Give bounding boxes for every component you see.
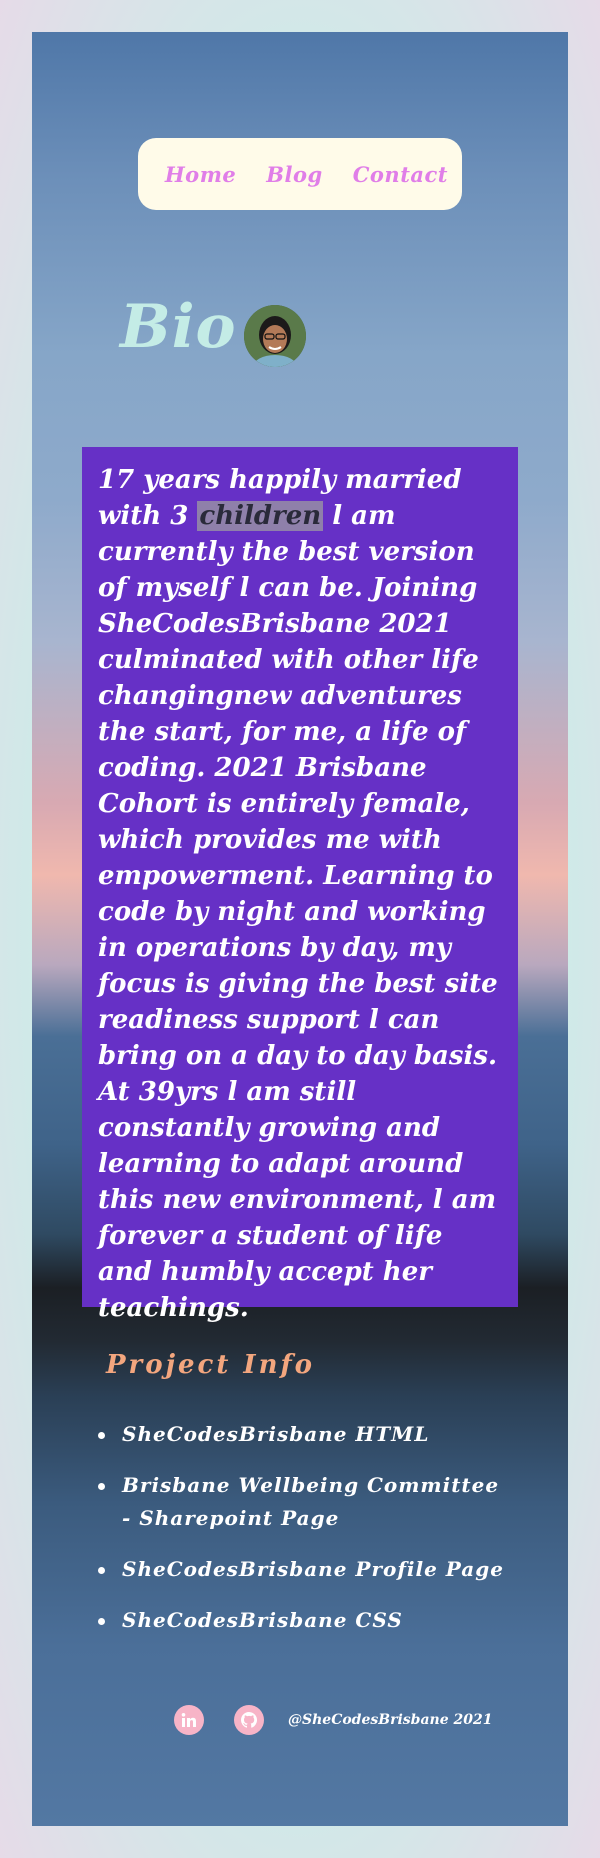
bio-heading: Bio bbox=[120, 292, 237, 362]
project-info-heading: Project Info bbox=[106, 1350, 316, 1380]
linkedin-icon[interactable] bbox=[174, 1705, 204, 1735]
project-item[interactable]: Brisbane Wellbeing Committee - Sharepoin… bbox=[96, 1469, 516, 1535]
project-item[interactable]: SheCodesBrisbane CSS bbox=[96, 1604, 516, 1637]
bio-highlight: children bbox=[197, 501, 324, 531]
project-item[interactable]: SheCodesBrisbane HTML bbox=[96, 1418, 516, 1451]
top-nav: Home Blog Contact bbox=[138, 138, 462, 210]
nav-home-link[interactable]: Home bbox=[165, 162, 236, 187]
github-icon[interactable] bbox=[234, 1705, 264, 1735]
nav-blog-link[interactable]: Blog bbox=[266, 162, 322, 187]
footer-handle: @SheCodesBrisbane 2021 bbox=[288, 1712, 493, 1728]
bio-text-end: l am currently the best version of mysel… bbox=[98, 501, 498, 1323]
footer: @SheCodesBrisbane 2021 bbox=[174, 1704, 492, 1736]
bio-card: 17 years happily married with 3 children… bbox=[82, 447, 518, 1323]
project-list: SheCodesBrisbane HTML Brisbane Wellbeing… bbox=[96, 1418, 516, 1655]
project-item[interactable]: SheCodesBrisbane Profile Page bbox=[96, 1553, 516, 1586]
bio-text: 17 years happily married with 3 children… bbox=[98, 462, 502, 1326]
avatar bbox=[244, 305, 306, 367]
nav-contact-link[interactable]: Contact bbox=[353, 162, 448, 187]
page-background: Home Blog Contact Bio 17 years happily m… bbox=[32, 32, 568, 1826]
